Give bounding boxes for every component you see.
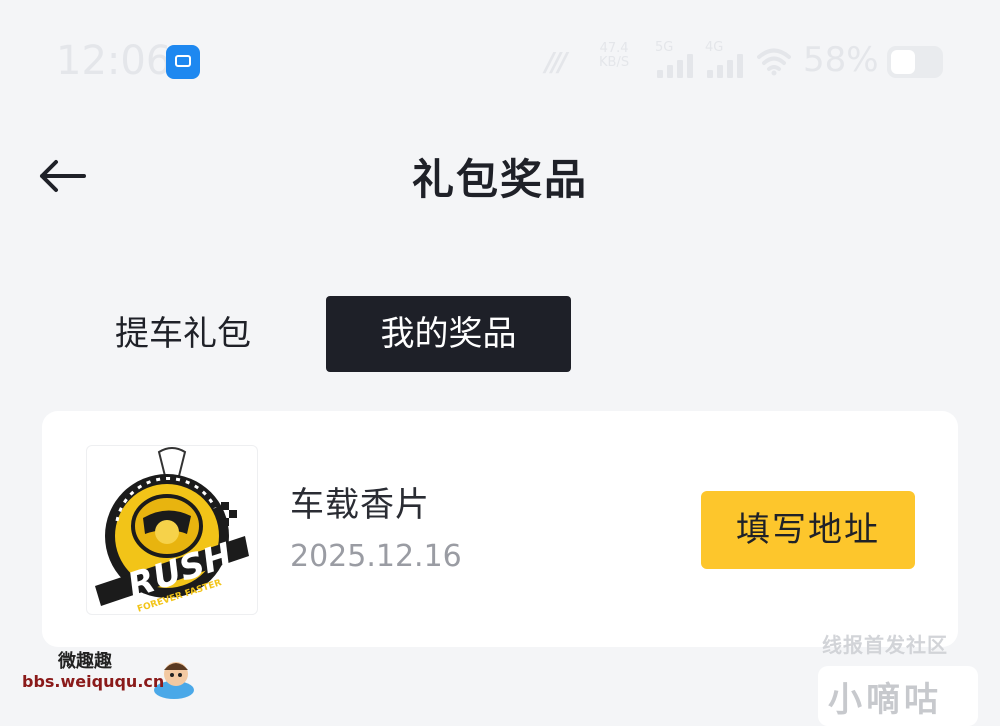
network-speed-value: 47.4 (599, 41, 629, 56)
carrier-logo-icon: /// (545, 48, 567, 78)
prize-card: RUSH FOREVER FASTER 车载香片 2025.12.16 填写地址 (42, 411, 958, 647)
prize-name: 车载香片 (290, 485, 430, 525)
status-indicators: /// 47.4 KB/S 5G 4G 58% (545, 40, 945, 84)
status-bar: 12:06 /// 47.4 KB/S 5G 4G 58% (0, 0, 1000, 120)
signal-4g-icon (707, 54, 745, 78)
battery-percent: 58% (803, 40, 879, 80)
prize-image: RUSH FOREVER FASTER (86, 445, 258, 615)
wifi-icon (757, 48, 791, 76)
screenshot-app-icon (166, 45, 200, 79)
tab-my-prizes[interactable]: 我的奖品 (326, 296, 571, 372)
tab-car-pickup-gift[interactable]: 提车礼包 (88, 296, 278, 372)
battery-icon (887, 46, 943, 78)
signal-4g-label: 4G (705, 40, 724, 55)
status-time: 12:06 (56, 38, 172, 84)
air-freshener-image: RUSH FOREVER FASTER (95, 447, 249, 614)
page-title: 礼包奖品 (411, 155, 588, 204)
signal-5g-label: 5G (655, 40, 674, 55)
network-speed: 47.4 KB/S (599, 42, 629, 70)
network-speed-unit: KB/S (599, 55, 630, 70)
watermark-right-label: 小嘀咕 (828, 680, 942, 720)
watermark-right-text: 线报首发社区 (822, 633, 948, 657)
fill-address-button[interactable]: 填写地址 (701, 491, 915, 569)
watermark-left-url: bbs.weiququ.cn (22, 672, 165, 691)
watermark-left-title: 微趣趣 (58, 651, 112, 672)
signal-5g-icon (657, 54, 695, 78)
prize-date: 2025.12.16 (290, 539, 462, 574)
